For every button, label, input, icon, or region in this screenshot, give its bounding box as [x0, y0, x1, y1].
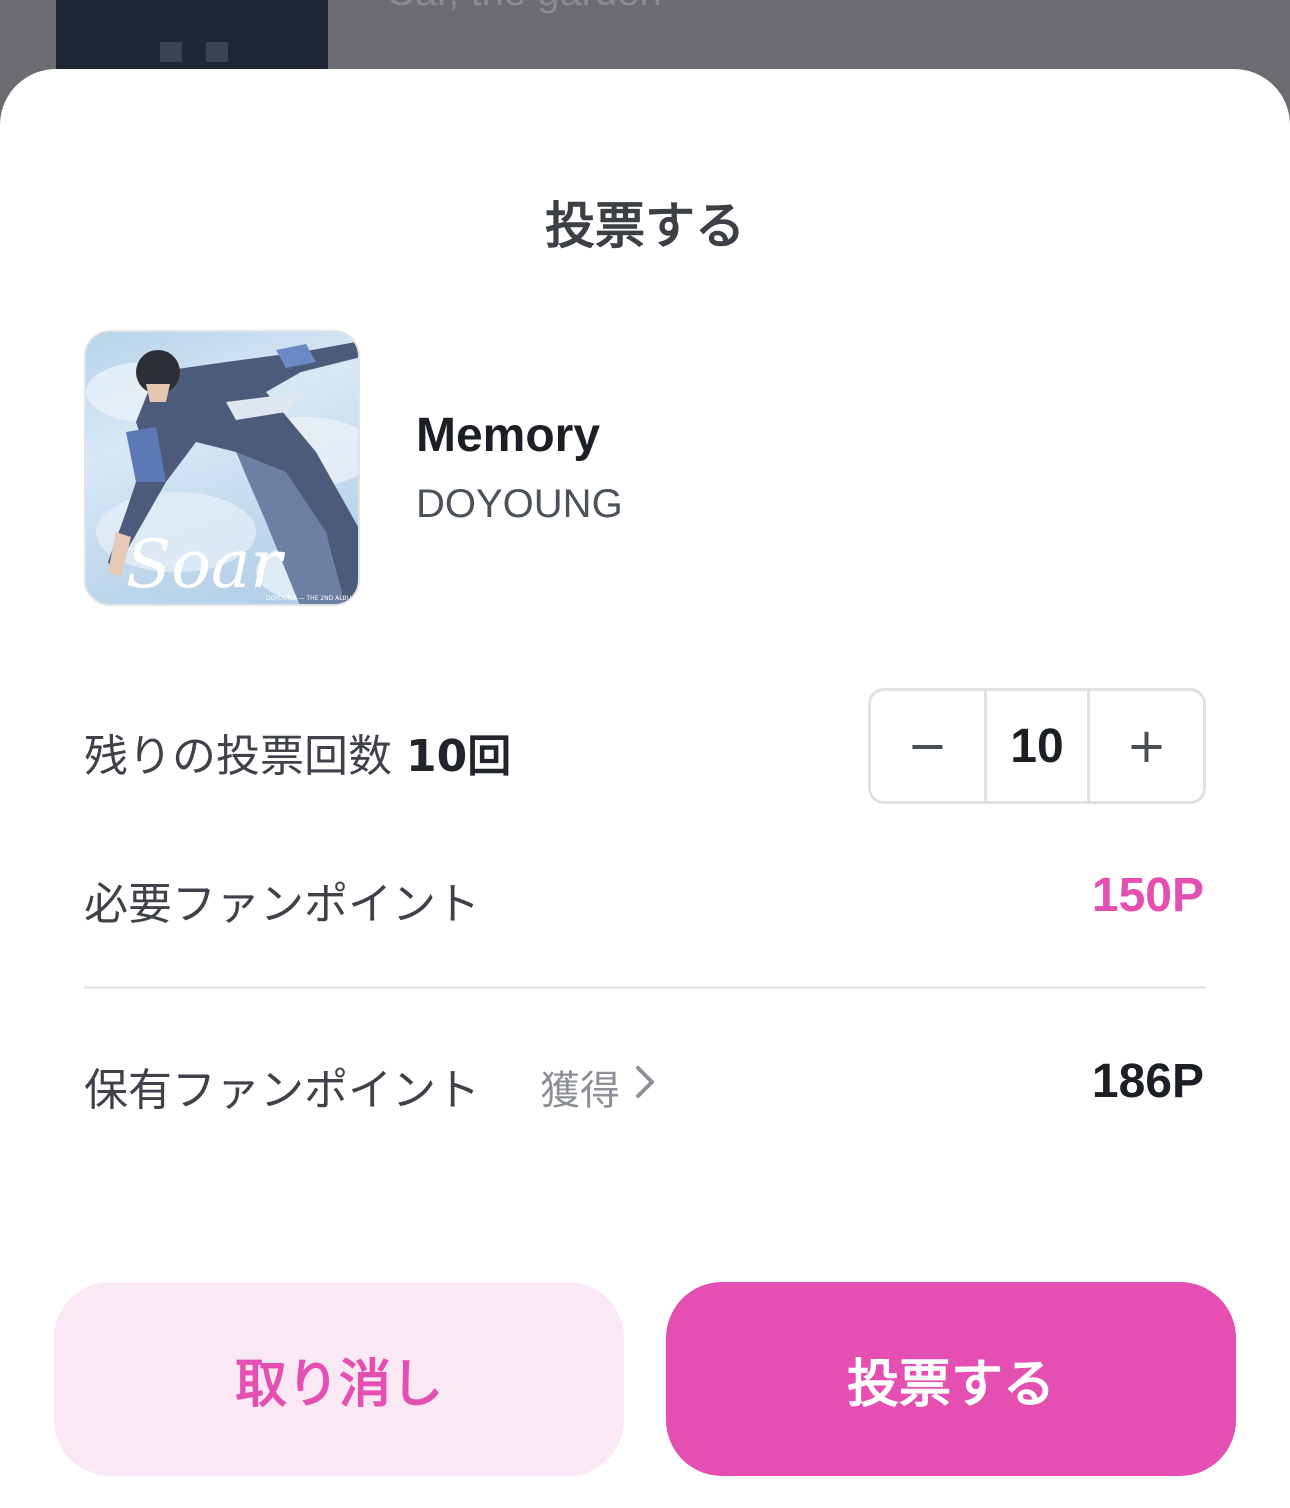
earn-points-label: 獲得: [540, 1068, 620, 1114]
album-art-script-text: Soar: [126, 526, 285, 603]
artist-name: DOYOUNG: [416, 482, 623, 526]
vote-count-stepper: − 10 +: [868, 688, 1206, 804]
chevron-right-icon: [634, 1064, 656, 1110]
vote-count-value[interactable]: 10: [984, 691, 1090, 801]
increment-button[interactable]: +: [1090, 691, 1203, 801]
divider: [84, 986, 1206, 989]
earn-points-link[interactable]: 獲得: [540, 1058, 656, 1116]
decrement-button[interactable]: −: [871, 691, 984, 801]
remaining-votes-label: 残りの投票回数: [84, 731, 392, 782]
album-art: Soar DOYOUNG — THE 2ND ALBUM: [84, 330, 360, 606]
vote-button[interactable]: 投票する: [666, 1282, 1236, 1476]
cancel-button[interactable]: 取り消し: [54, 1282, 624, 1476]
required-points-value: 150P: [1091, 869, 1204, 922]
required-points-label: 必要ファンポイント: [84, 879, 480, 930]
background-title: Car, the garden: [386, 0, 662, 15]
owned-points-label: 保有ファンポイント: [84, 1065, 480, 1116]
sheet-title: 投票する: [545, 197, 745, 255]
owned-points-value: 186P: [1091, 1055, 1204, 1108]
album-art-subtext: DOYOUNG — THE 2ND ALBUM: [266, 595, 356, 602]
remaining-votes: 残りの投票回数 10回: [84, 720, 511, 784]
remaining-votes-count: 10回: [406, 731, 512, 782]
song-title: Memory: [416, 409, 601, 462]
